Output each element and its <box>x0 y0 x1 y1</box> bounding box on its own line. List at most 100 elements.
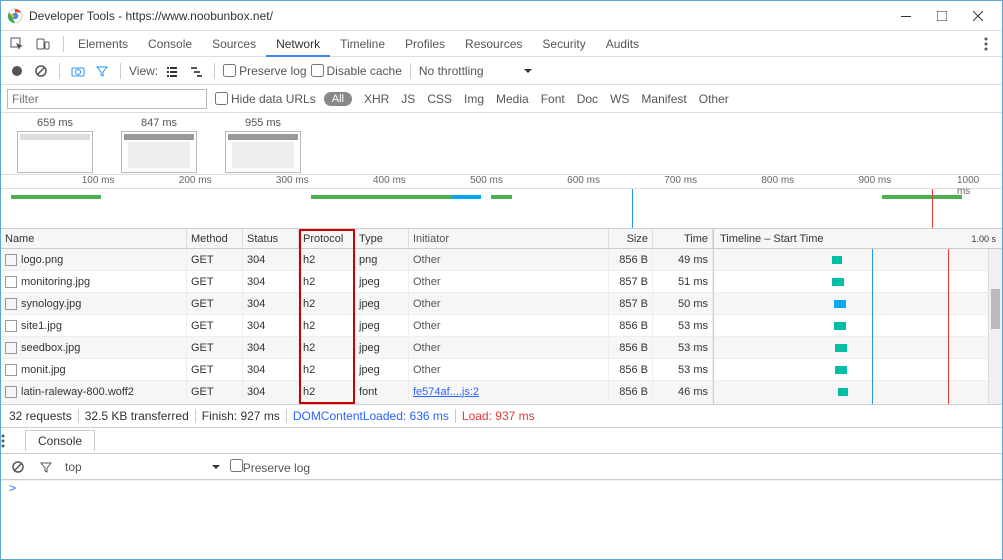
console-preserve-log-checkbox[interactable]: Preserve log <box>230 459 310 475</box>
network-filterbar: Hide data URLs All XHR JS CSS Img Media Font Do… <box>1 85 1002 113</box>
tab-sources[interactable]: Sources <box>202 31 266 56</box>
capture-screenshot-icon[interactable] <box>68 61 88 81</box>
filter-type-css[interactable]: CSS <box>427 92 452 106</box>
window-close-button[interactable] <box>960 4 996 28</box>
filter-type-doc[interactable]: Doc <box>577 92 598 106</box>
chevron-down-icon <box>212 463 220 471</box>
overview-tick: 300 ms <box>276 175 309 186</box>
table-row[interactable]: monit.jpgGET304h2jpegOther856 B53 ms <box>1 359 713 381</box>
network-summary: 32 requests 32.5 KB transferred Finish: … <box>1 404 1002 428</box>
col-initiator[interactable]: Initiator <box>409 229 609 248</box>
table-row[interactable]: latin-raleway-800.woff2GET304h2fontfe574… <box>1 381 713 403</box>
waterfall-row <box>714 315 1002 337</box>
waterfall-column: Timeline – Start Time 1.00 s <box>713 229 1002 404</box>
filter-type-all[interactable]: All <box>324 92 352 106</box>
tab-resources[interactable]: Resources <box>455 31 532 56</box>
console-context-select[interactable]: top <box>65 460 220 474</box>
drawer-menu-icon[interactable] <box>1 434 21 448</box>
drawer-tab-console[interactable]: Console <box>25 430 95 451</box>
filter-type-xhr[interactable]: XHR <box>364 92 389 106</box>
filter-type-manifest[interactable]: Manifest <box>641 92 686 106</box>
chevron-down-icon <box>524 67 532 75</box>
filter-type-js[interactable]: JS <box>401 92 415 106</box>
waterfall-row <box>714 337 1002 359</box>
console-toolbar: top Preserve log <box>1 454 1002 480</box>
view-list-icon[interactable] <box>162 61 182 81</box>
waterfall-row <box>714 381 1002 403</box>
filmstrip: 659 ms 847 ms 955 ms <box>1 113 1002 175</box>
filmstrip-frame[interactable]: 955 ms <box>225 117 301 174</box>
overview-tick: 100 ms <box>82 175 115 186</box>
scrollbar[interactable] <box>988 249 1002 404</box>
table-header: Name Method Status Protocol Type Initiat… <box>1 229 713 249</box>
overview-timeline[interactable]: 100 ms 200 ms 300 ms 400 ms 500 ms 600 ms 700 … <box>1 175 1002 229</box>
waterfall-row <box>714 359 1002 381</box>
console-prompt[interactable]: > <box>1 480 1002 498</box>
devtools-menu-icon[interactable] <box>976 34 996 54</box>
waterfall-row <box>714 271 1002 293</box>
summary-dcl: DOMContentLoaded: 636 ms <box>293 409 449 423</box>
table-row[interactable]: synology.jpgGET304h2jpegOther857 B50 ms <box>1 293 713 315</box>
table-row[interactable]: monitoring.jpgGET304h2jpegOther857 B51 m… <box>1 271 713 293</box>
disable-cache-checkbox[interactable]: Disable cache <box>311 64 402 78</box>
network-table: Name Method Status Protocol Type Initiat… <box>1 229 1002 404</box>
summary-requests: 32 requests <box>9 409 72 423</box>
summary-finish: Finish: 927 ms <box>202 409 280 423</box>
tab-security[interactable]: Security <box>532 31 595 56</box>
view-label: View: <box>129 64 158 78</box>
network-toolbar: View: Preserve log Disable cache No thro… <box>1 57 1002 85</box>
window-title: Developer Tools - https://www.noobunbox.… <box>29 9 888 23</box>
summary-load: Load: 937 ms <box>462 409 535 423</box>
col-status[interactable]: Status <box>243 229 299 248</box>
table-row[interactable]: seedbox.jpgGET304h2jpegOther856 B53 ms <box>1 337 713 359</box>
record-icon[interactable] <box>7 61 27 81</box>
hide-data-urls-checkbox[interactable]: Hide data URLs <box>215 92 316 106</box>
window-titlebar: Developer Tools - https://www.noobunbox.… <box>1 1 1002 31</box>
filter-type-ws[interactable]: WS <box>610 92 629 106</box>
filter-type-font[interactable]: Font <box>541 92 565 106</box>
col-protocol[interactable]: Protocol <box>299 229 355 248</box>
col-type[interactable]: Type <box>355 229 409 248</box>
drawer-header: Console <box>1 428 1002 454</box>
table-row[interactable]: site1.jpgGET304h2jpegOther856 B53 ms <box>1 315 713 337</box>
clear-icon[interactable] <box>31 61 51 81</box>
col-method[interactable]: Method <box>187 229 243 248</box>
col-start-time[interactable]: Timeline – Start Time <box>720 233 824 245</box>
device-toggle-icon[interactable] <box>33 34 53 54</box>
overview-tick: 400 ms <box>373 175 406 186</box>
summary-transferred: 32.5 KB transferred <box>85 409 189 423</box>
table-row[interactable]: logo.pngGET304h2pngOther856 B49 ms <box>1 249 713 271</box>
window-maximize-button[interactable] <box>924 4 960 28</box>
overview-tick: 600 ms <box>567 175 600 186</box>
tab-audits[interactable]: Audits <box>596 31 649 56</box>
console-filter-icon[interactable] <box>37 458 55 476</box>
overview-tick: 700 ms <box>664 175 697 186</box>
overview-tick: 1000 ms <box>957 175 987 197</box>
filmstrip-frame[interactable]: 659 ms <box>17 117 93 174</box>
filter-input[interactable] <box>7 89 207 109</box>
overview-tick: 200 ms <box>179 175 212 186</box>
tab-network[interactable]: Network <box>266 31 330 56</box>
overview-tick: 500 ms <box>470 175 503 186</box>
filmstrip-frame[interactable]: 847 ms <box>121 117 197 174</box>
filter-icon[interactable] <box>92 61 112 81</box>
filter-type-media[interactable]: Media <box>496 92 529 106</box>
clear-console-icon[interactable] <box>9 458 27 476</box>
view-waterfall-icon[interactable] <box>186 61 206 81</box>
window-minimize-button[interactable] <box>888 4 924 28</box>
col-name[interactable]: Name <box>1 229 187 248</box>
throttling-select[interactable]: No throttling <box>419 64 532 78</box>
filter-type-img[interactable]: Img <box>464 92 484 106</box>
col-time[interactable]: Time <box>653 229 713 248</box>
tab-elements[interactable]: Elements <box>68 31 138 56</box>
chrome-icon <box>7 8 23 24</box>
inspect-element-icon[interactable] <box>7 34 27 54</box>
filter-type-other[interactable]: Other <box>699 92 729 106</box>
tab-console[interactable]: Console <box>138 31 202 56</box>
tab-timeline[interactable]: Timeline <box>330 31 395 56</box>
waterfall-row <box>714 249 1002 271</box>
overview-tick: 900 ms <box>858 175 891 186</box>
col-size[interactable]: Size <box>609 229 653 248</box>
tab-profiles[interactable]: Profiles <box>395 31 455 56</box>
preserve-log-checkbox[interactable]: Preserve log <box>223 64 306 78</box>
